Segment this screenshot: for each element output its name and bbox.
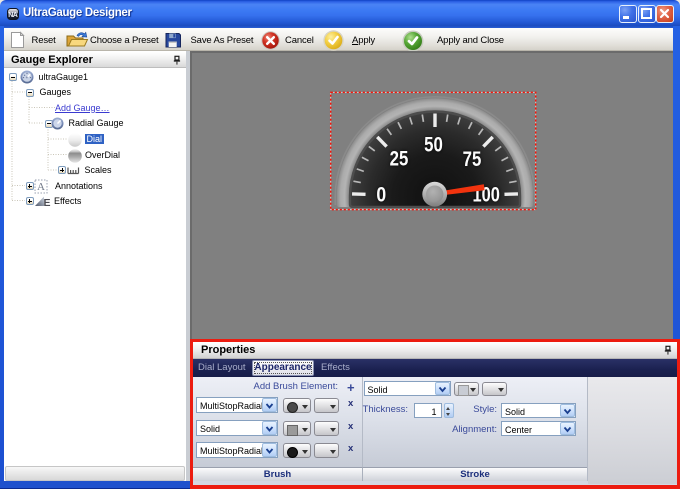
svg-text:50: 50 bbox=[424, 134, 443, 157]
svg-text:75: 75 bbox=[463, 148, 482, 171]
svg-text:0: 0 bbox=[376, 183, 386, 207]
svg-text:E: E bbox=[43, 197, 50, 208]
svg-text:A: A bbox=[37, 181, 45, 193]
svg-text:25: 25 bbox=[390, 148, 409, 171]
